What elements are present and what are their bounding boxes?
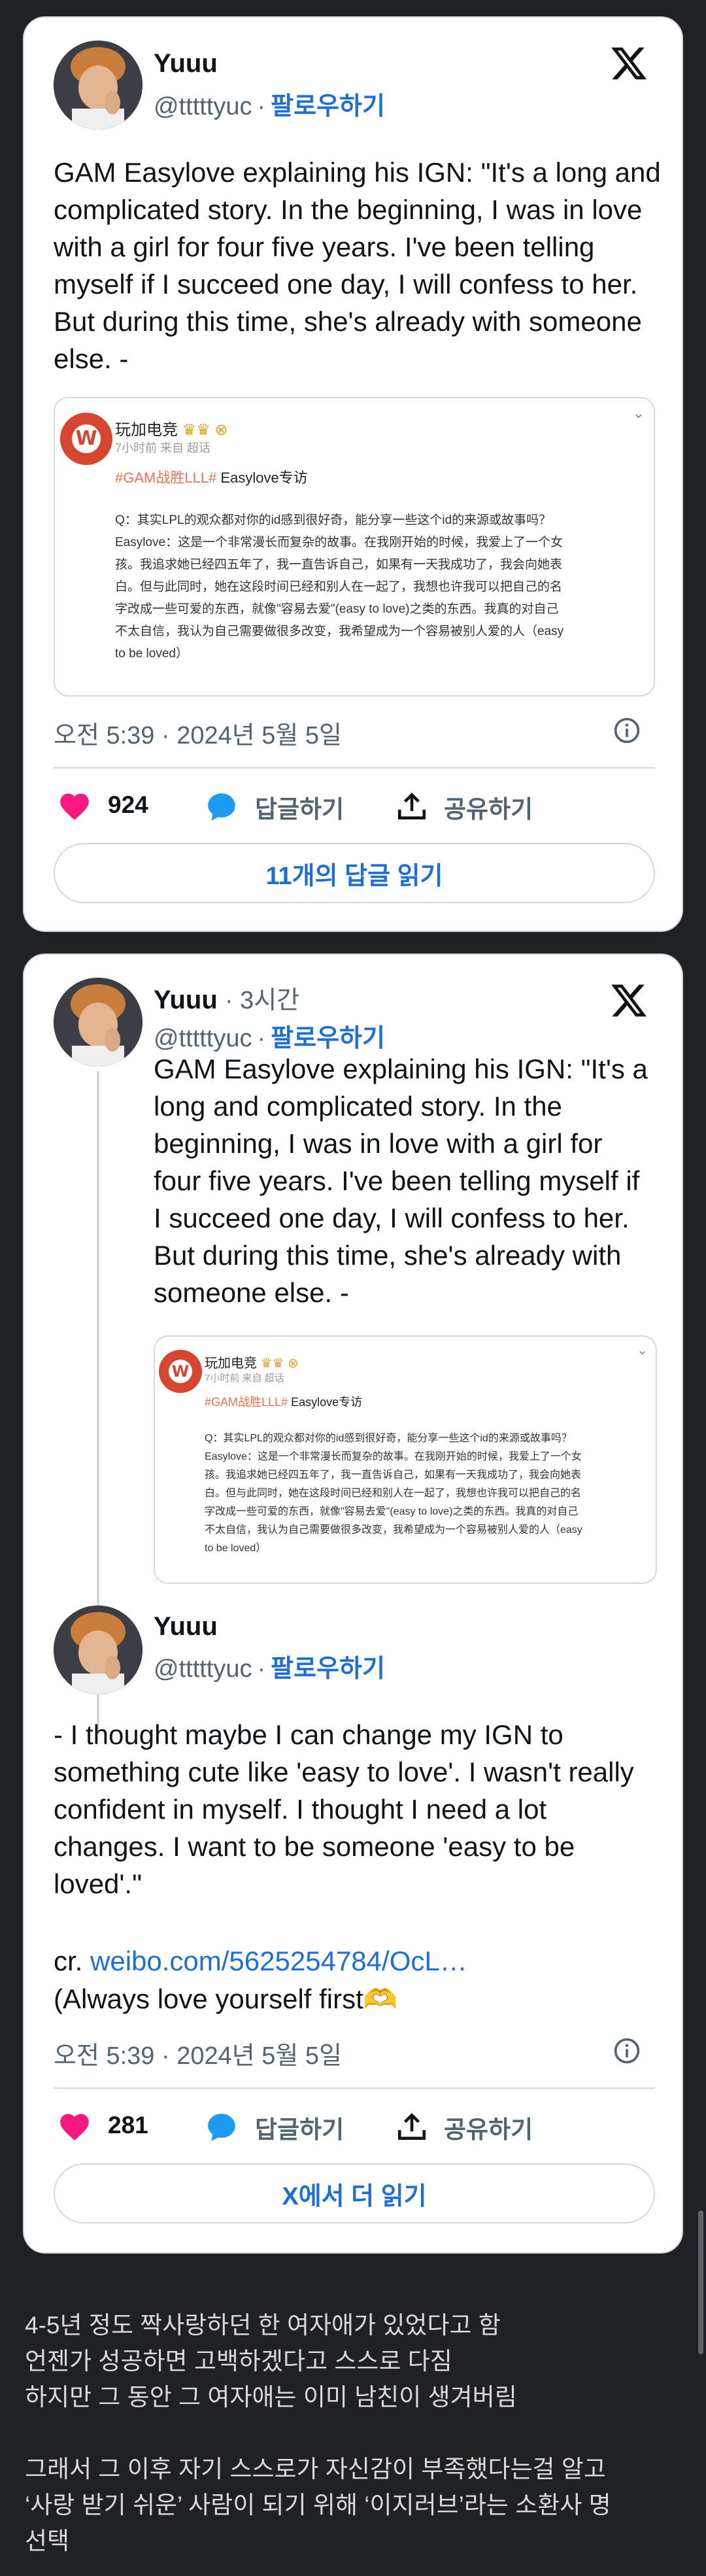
author-handle[interactable]: @tttttyuc	[154, 1655, 252, 1683]
share-label: 공유하기	[444, 796, 533, 823]
follow-button[interactable]: 팔로우하기	[271, 1655, 385, 1683]
author-name[interactable]: Yuuu	[154, 1612, 218, 1641]
weibo-source-name-text: 玩加电竞	[115, 421, 178, 439]
reply-button[interactable]: 답글하기	[204, 789, 344, 825]
weibo-hashtag-suffix: Easylove专访	[216, 470, 308, 486]
read-replies-button[interactable]: 11개의 답글 읽기	[54, 843, 655, 903]
embedded-weibo-screenshot[interactable]: W 玩加电竞 ♛♛ ⊗ 7小时前 来自 超话 ⌄ #GAM战胜LLL# Easy…	[154, 1335, 657, 1584]
closing-text: (Always love yourself first🫶	[54, 1984, 398, 2014]
info-icon[interactable]	[613, 2036, 641, 2065]
weibo-body-text: Q：其实LPL的观众都对你的id感到很好奇，能分享一些这个id的来源或故事吗？ …	[115, 513, 564, 661]
x-logo-icon[interactable]	[607, 44, 650, 83]
author-name[interactable]: Yuuu	[154, 49, 218, 78]
like-count: 281	[108, 2112, 148, 2138]
separator-dot: ·	[257, 93, 266, 120]
weibo-source-name: 玩加电竞 ♛♛ ⊗	[115, 417, 227, 439]
tweet-card-1[interactable]: Yuuu @tttttyuc · 팔로우하기 GAM Easylove explai…	[23, 16, 683, 932]
weibo-meta: 7小时前 来自 超话	[115, 441, 211, 455]
heart-icon	[60, 793, 89, 820]
avatar[interactable]	[54, 1606, 143, 1694]
author-name[interactable]: Yuuu	[154, 986, 218, 1014]
separator-dot: ·	[257, 1025, 266, 1052]
weibo-source-name: 玩加电竞 ♛♛ ⊗	[205, 1352, 299, 1371]
speech-bubble-icon	[208, 2114, 235, 2141]
avatar[interactable]	[54, 978, 143, 1067]
weibo-hashtag-suffix: Easylove专访	[288, 1396, 363, 1409]
share-button[interactable]: 공유하기	[395, 789, 533, 825]
tweet-text: GAM Easylove explaining his IGN: "It's a…	[154, 1054, 648, 1308]
weibo-hashtag-line: #GAM战胜LLL# Easylove专访	[205, 1393, 362, 1410]
share-label: 공유하기	[444, 2116, 533, 2143]
tweet-text: - I thought maybe I can change my IGN to…	[54, 1719, 634, 1899]
weibo-hashtag[interactable]: #GAM战胜LLL#	[115, 470, 216, 486]
weibo-body-text: Q：其实LPL的观众都对你的id感到很好奇，能分享一些这个id的来源或故事吗？ …	[205, 1433, 582, 1554]
follow-button[interactable]: 팔로우하기	[271, 93, 385, 120]
like-count: 924	[108, 791, 148, 818]
tweet-card-2[interactable]: Yuuu · 3시간 @tttttyuc · 팔로우하기 GAM Easylove …	[23, 953, 683, 2254]
read-more-on-x-button[interactable]: X에서 더 읽기	[54, 2163, 655, 2224]
weibo-source-name-text: 玩加电竞	[205, 1356, 257, 1371]
divider	[54, 2087, 655, 2089]
share-upload-icon	[397, 793, 426, 819]
source-credit-line: cr. weibo.com/5625254784/OcL…	[54, 1942, 668, 1980]
embedded-weibo-screenshot[interactable]: W 玩加电竞 ♛♛ ⊗ 7小时前 来自 超话 ⌄ #GAM战胜LLL# Easy…	[54, 397, 655, 696]
tweet-text: GAM Easylove explaining his IGN: "It's a…	[54, 157, 661, 374]
chevron-down-icon[interactable]: ⌄	[637, 1342, 648, 1358]
avatar-image	[54, 978, 143, 1067]
relative-time[interactable]: · 3시간	[225, 987, 299, 1014]
tweet-datetime[interactable]: 오전 5:39 · 2024년 5월 5일	[54, 2035, 342, 2071]
author-handle[interactable]: @tttttyuc	[154, 93, 252, 120]
weibo-badges: ♛♛ ⊗	[182, 421, 228, 439]
avatar[interactable]	[54, 41, 143, 129]
avatar-image	[54, 1606, 143, 1694]
weibo-link[interactable]: weibo.com/5625254784/OcL…	[90, 1946, 467, 1976]
author-handle-line: @tttttyuc · 팔로우하기	[154, 86, 385, 122]
heart-icon	[60, 2114, 89, 2140]
separator-dot: ·	[257, 1655, 266, 1683]
share-upload-icon	[397, 2113, 426, 2140]
speech-bubble-icon	[208, 793, 235, 821]
weibo-meta: 7小时前 来自 超话	[205, 1373, 284, 1384]
weibo-source-logo: W	[159, 1350, 202, 1393]
reply-label: 답글하기	[255, 796, 345, 823]
reply-label: 답글하기	[255, 2116, 345, 2143]
credit-prefix: cr.	[54, 1946, 91, 1976]
author-name-line: Yuuu · 3시간	[154, 980, 299, 1016]
weibo-hashtag-line: #GAM战胜LLL# Easylove专访	[115, 466, 308, 487]
author-handle-line: @tttttyuc · 팔로우하기	[154, 1648, 385, 1684]
scrollbar[interactable]	[698, 2210, 703, 2354]
weibo-badges: ♛♛ ⊗	[260, 1356, 299, 1371]
author-handle-line: @tttttyuc · 팔로우하기	[154, 1018, 385, 1054]
author-handle[interactable]: @tttttyuc	[154, 1025, 252, 1052]
like-button[interactable]: 924	[57, 789, 148, 821]
divider	[54, 767, 655, 768]
caption-paragraph-2: 그래서 그 이후 자기 스스로가 자신감이 부족했다는걸 알고 ‘사랑 받기 쉬…	[25, 2456, 611, 2554]
share-button[interactable]: 공유하기	[395, 2110, 533, 2145]
reply-button[interactable]: 답글하기	[204, 2110, 344, 2145]
follow-button[interactable]: 팔로우하기	[271, 1025, 385, 1052]
avatar-image	[54, 41, 143, 129]
info-icon[interactable]	[613, 716, 641, 745]
weibo-source-logo: W	[60, 413, 112, 465]
x-logo-icon[interactable]	[607, 981, 650, 1020]
tweet-datetime[interactable]: 오전 5:39 · 2024년 5월 5일	[54, 715, 342, 751]
like-button[interactable]: 281	[57, 2110, 148, 2141]
chevron-down-icon[interactable]: ⌄	[633, 405, 645, 422]
caption-paragraph-1: 4-5년 정도 짝사랑하던 한 여자애가 있었다고 함 언젠가 성공하면 고백하…	[25, 2312, 517, 2411]
weibo-hashtag[interactable]: #GAM战胜LLL#	[205, 1396, 288, 1409]
